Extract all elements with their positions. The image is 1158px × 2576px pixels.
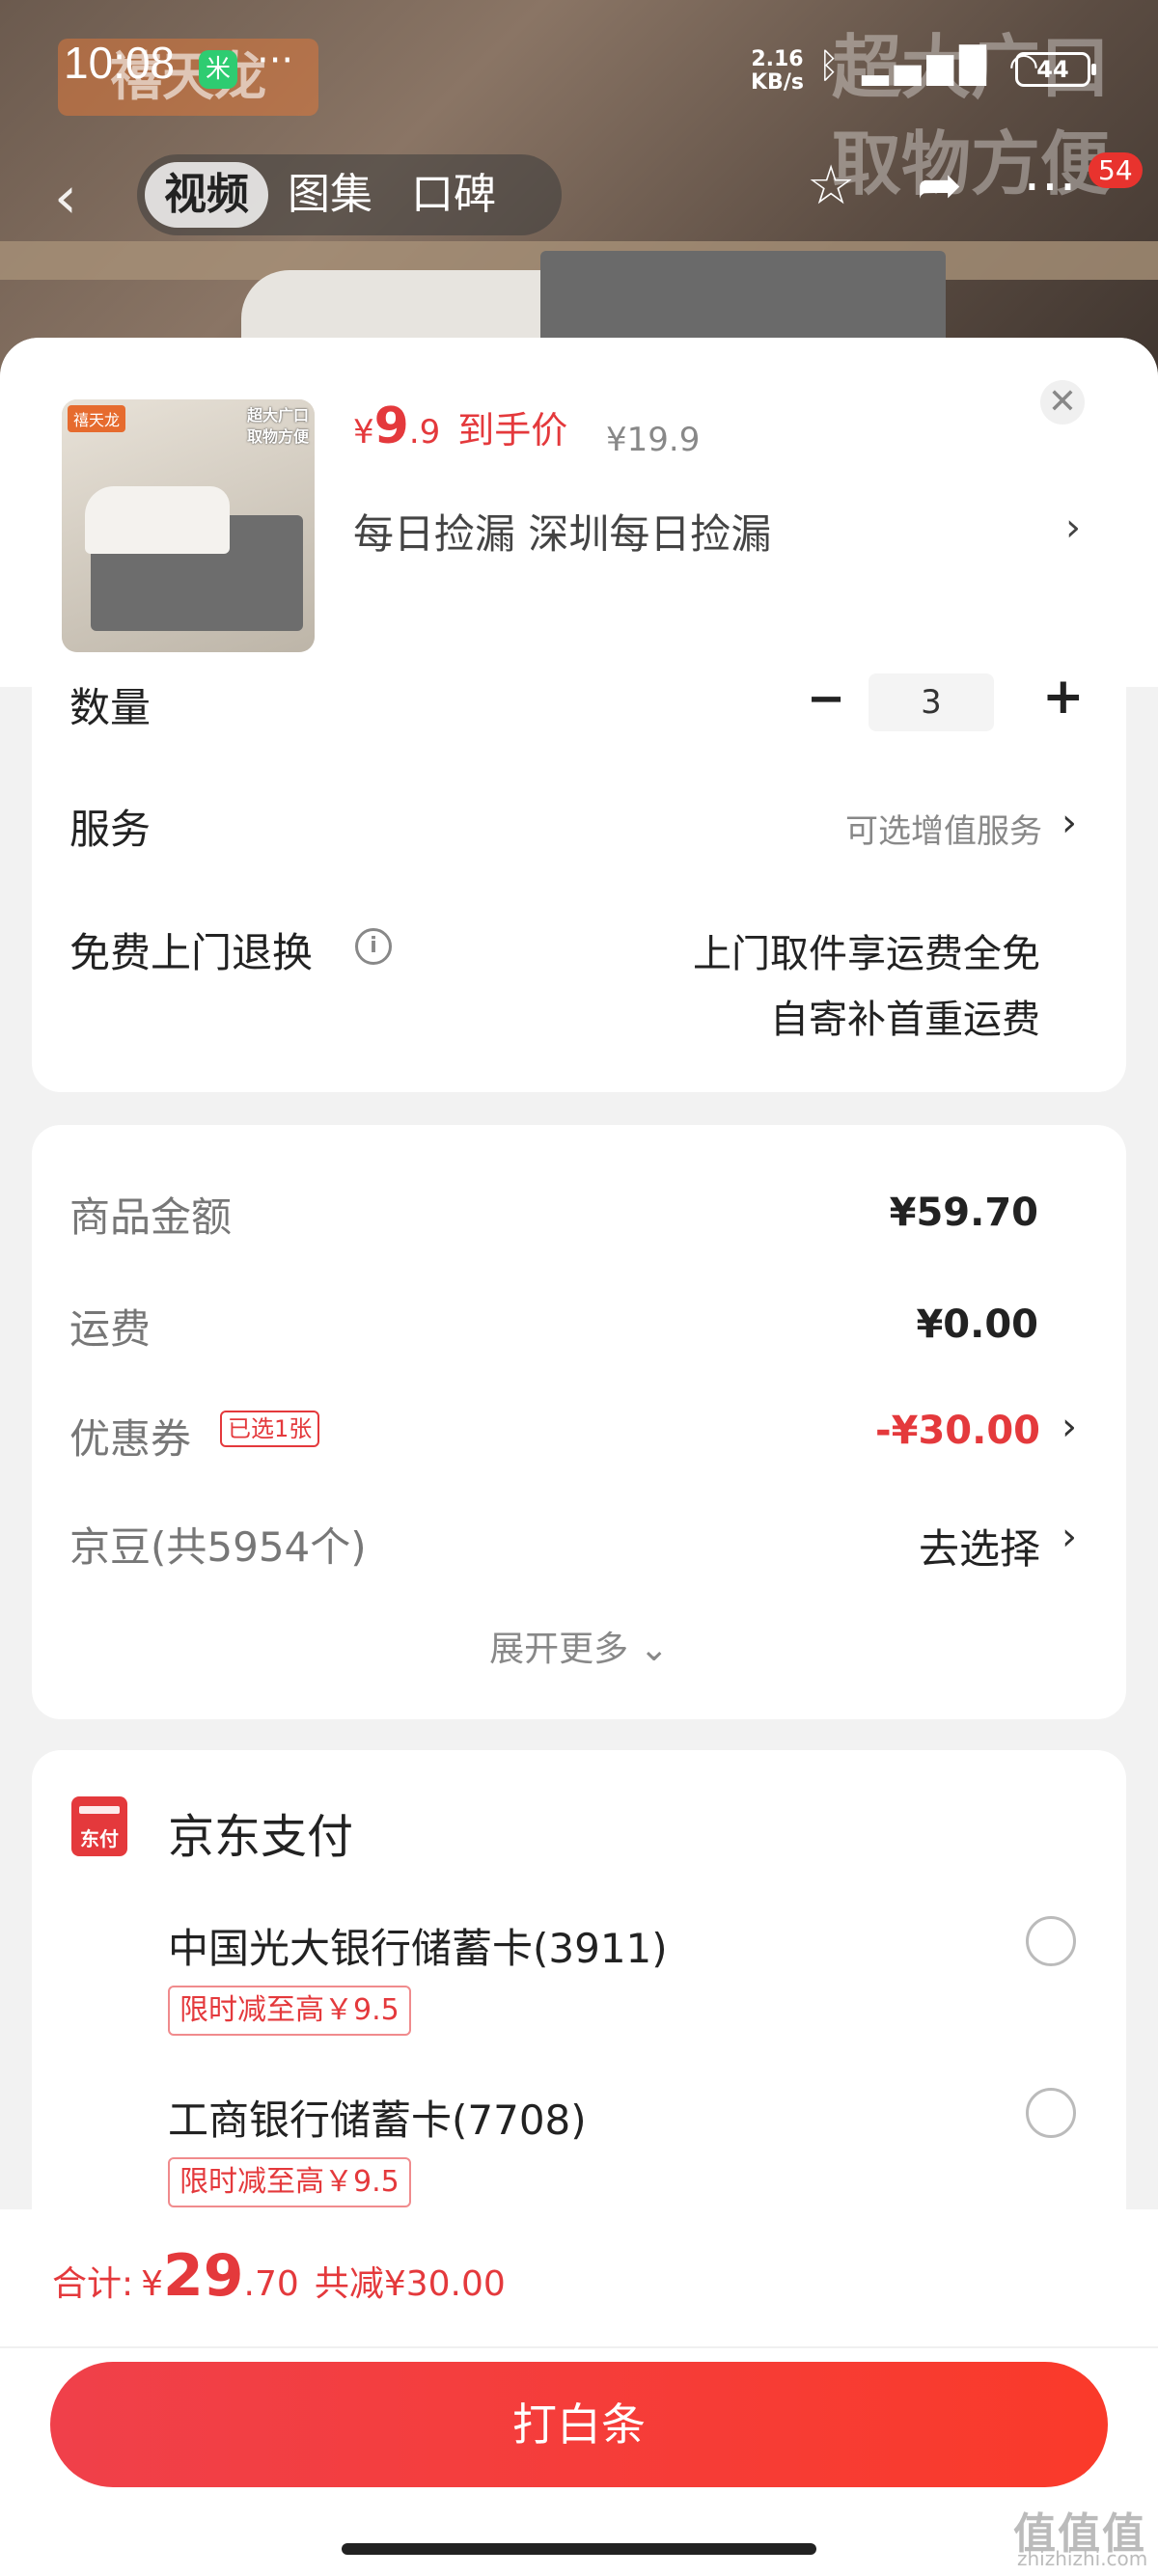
shipping-label: 运费 (69, 1305, 152, 1353)
free-return-value-1: 上门取件享运费全免 (693, 932, 1040, 976)
network-speed-value: 2.16 (751, 47, 804, 71)
bank-option-label[interactable]: 工商银行储蓄卡(7708) (168, 2088, 587, 2147)
service-chevron-icon[interactable]: › (1062, 801, 1077, 845)
jd-pay-icon: 东付 (71, 1796, 127, 1856)
mi-home-icon: 米 (199, 50, 237, 89)
home-indicator[interactable] (342, 2543, 816, 2555)
total-label: 合计: (52, 2264, 134, 2304)
battery-icon: 44 (1015, 52, 1096, 87)
more-notifications-icon: ··· (257, 39, 294, 83)
jingdou-select[interactable]: 去选择 (919, 1517, 1040, 1576)
coupon-label: 优惠券 (69, 1415, 192, 1463)
message-badge: 54 (1089, 152, 1143, 188)
product-thumb-text: 超大广口 取物方便 (247, 405, 309, 448)
service-label: 服务 (69, 806, 152, 853)
quantity-increase-button[interactable]: + (1042, 668, 1085, 726)
bank-promo-tag: 限时减至高￥9.5 (168, 1986, 411, 2036)
bank-radio-button[interactable] (1026, 2088, 1076, 2138)
back-icon[interactable]: ‹ (54, 164, 77, 232)
baitiao-pay-button[interactable]: 打白条 (50, 2362, 1108, 2487)
total-savings: 共减¥30.00 (314, 2264, 506, 2304)
site-watermark-url: zhizhizhi.com (1017, 2547, 1148, 2570)
product-thumbnail: 禧天龙 超大广口 取物方便 (62, 399, 315, 652)
tab-gallery[interactable]: 图集 (268, 162, 392, 228)
quantity-decrease-button[interactable]: − (807, 671, 845, 726)
shipping-value: ¥0.00 (916, 1302, 1038, 1347)
tab-reviews[interactable]: 口碑 (392, 162, 515, 228)
free-return-label: 免费上门退换 (69, 929, 314, 976)
jingdou-label: 京豆(共5954个) (69, 1523, 367, 1571)
product-thumb-text-line1: 超大广口 (246, 406, 309, 425)
more-icon[interactable]: ⋯ (1023, 154, 1077, 217)
chevron-right-icon[interactable]: › (1065, 506, 1081, 550)
order-total: 合计: ¥29.70 共减¥30.00 (52, 2242, 506, 2310)
product-thumb-logo: 禧天龙 (68, 405, 126, 432)
quantity-label: 数量 (69, 684, 152, 731)
original-price: ¥19.9 (606, 421, 701, 459)
price-currency: ¥ (353, 413, 374, 452)
bluetooth-icon: ᛒ (818, 46, 845, 86)
shop-name[interactable]: 每日捡漏 深圳每日捡漏 (353, 502, 771, 561)
coupon-selected-tag: 已选1张 (220, 1411, 320, 1447)
payment-title: 京东支付 (168, 1810, 354, 1864)
product-header: 禧天龙 超大广口 取物方便 ¥9.9 到手价 ¥19.9 ✕ 每日捡漏 深圳每日捡… (0, 338, 1158, 687)
coupon-value[interactable]: -¥30.00 (875, 1409, 1040, 1453)
price-decimal: .9 (408, 413, 441, 452)
product-thumb-cloth (85, 486, 230, 554)
chevron-down-icon: ⌄ (639, 1630, 669, 1669)
favorite-icon[interactable]: ☆ (807, 154, 855, 217)
network-speed-unit: KB/s (751, 70, 804, 95)
status-time: 10:08 (64, 38, 176, 88)
price-integer: 9 (373, 397, 409, 455)
service-value[interactable]: 可选增值服务 (845, 805, 1042, 852)
quantity-input[interactable]: 3 (868, 673, 994, 731)
network-speed: 2.16 KB/s (751, 48, 804, 95)
cell-signal-icon: ▂▄▆█ (862, 46, 992, 86)
total-integer: 29 (163, 2242, 244, 2310)
share-icon[interactable]: ➦ (917, 154, 962, 217)
expand-more-label: 展开更多 (489, 1630, 629, 1669)
expand-more-button[interactable]: 展开更多 ⌄ (0, 1621, 1158, 1671)
bank-radio-button[interactable] (1026, 1916, 1076, 1966)
bank-option-label[interactable]: 中国光大银行储蓄卡(3911) (168, 1916, 668, 1975)
bank-promo-tag: 限时减至高￥9.5 (168, 2157, 411, 2207)
total-currency: ¥ (141, 2264, 164, 2304)
footer-divider (0, 2346, 1158, 2348)
info-icon[interactable]: i (355, 928, 392, 965)
status-bar: 10:08 米 ··· 2.16 KB/s ᛒ ▂▄▆█ ◠ 44 (0, 0, 1158, 135)
total-decimal: .70 (243, 2264, 299, 2304)
free-return-value-2: 自寄补首重运费 (770, 998, 1040, 1042)
price-label: 到手价 (457, 409, 568, 452)
product-thumb-text-line2: 取物方便 (246, 427, 309, 446)
media-tabs: 视频 图集 口碑 (137, 154, 562, 235)
signal-icons: ᛒ ▂▄▆█ ◠ (818, 46, 1045, 86)
final-price: ¥9.9 到手价 (353, 397, 567, 455)
jingdou-chevron-icon[interactable]: › (1062, 1515, 1077, 1559)
tab-video[interactable]: 视频 (145, 162, 268, 228)
coupon-chevron-icon[interactable]: › (1062, 1405, 1077, 1449)
goods-amount-value: ¥59.70 (889, 1191, 1038, 1235)
close-button[interactable]: ✕ (1040, 380, 1085, 425)
goods-amount-label: 商品金额 (69, 1193, 233, 1241)
